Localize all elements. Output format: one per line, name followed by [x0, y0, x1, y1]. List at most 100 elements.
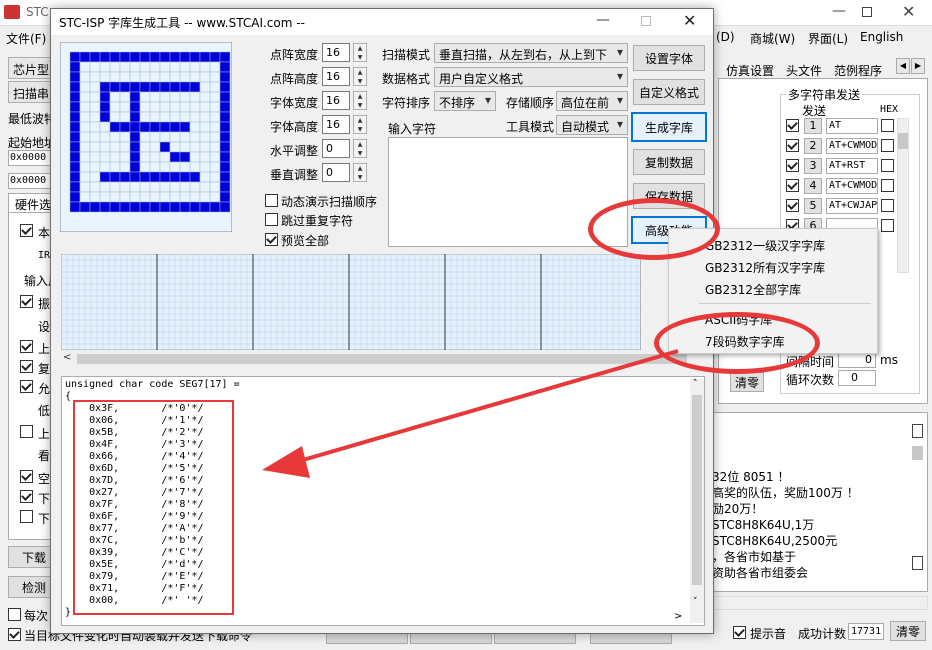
hw-checkbox-1[interactable] [20, 224, 33, 237]
preview-scroll-left-icon[interactable]: < [63, 352, 71, 363]
tab-header-file[interactable]: 头文件 [786, 62, 822, 79]
serial-hex-checkbox[interactable] [881, 159, 894, 172]
info-scroll-box-1[interactable] [912, 424, 923, 438]
font-height-input[interactable]: 16 [322, 115, 350, 134]
preview-all-checkbox[interactable] [265, 233, 278, 246]
info-scroll-box-2[interactable] [912, 556, 923, 570]
hw-checkbox-9[interactable] [20, 510, 33, 523]
hw-checkbox-2[interactable] [20, 295, 33, 308]
maximize-icon[interactable] [862, 7, 872, 17]
tab-sim-settings[interactable]: 仿真设置 [726, 62, 774, 79]
serial-send-button[interactable]: 3 [804, 158, 822, 174]
glyph-cell [79, 181, 91, 193]
h-adjust-spinner[interactable]: ▲ ▼ [353, 139, 367, 158]
tab-scroll-left-icon[interactable]: ◀ [896, 58, 910, 74]
serial-hex-checkbox[interactable] [881, 179, 894, 192]
font-height-spinner[interactable]: ▲ ▼ [353, 115, 367, 134]
tab-chip[interactable]: 芯片型 [8, 57, 54, 79]
custom-format-button[interactable]: 自定义格式 [633, 79, 705, 105]
clear-count-button[interactable]: 清零 [890, 621, 926, 641]
menu-store[interactable]: 商城(W) [750, 30, 795, 47]
prompt-sound-checkbox[interactable] [733, 626, 746, 639]
tab-examples[interactable]: 范例程序 [834, 62, 882, 79]
serial-send-button[interactable]: 1 [804, 118, 822, 134]
auto-reload-checkbox[interactable] [8, 628, 21, 641]
serial-hex-checkbox[interactable] [881, 219, 894, 232]
dot-height-input[interactable]: 16 [322, 67, 350, 86]
store-order-select[interactable]: 高位在前 [556, 91, 628, 111]
font-width-spinner[interactable]: ▲ ▼ [353, 91, 367, 110]
hw-checkbox-8[interactable] [20, 490, 33, 503]
generate-font-button[interactable]: 生成字库 [631, 112, 707, 142]
serial-text-field[interactable]: AT [826, 118, 878, 134]
preview-scroll-thumb[interactable] [77, 354, 687, 364]
menu-item-gb2312-full[interactable]: GB2312全部字库 [669, 277, 877, 299]
tab-scroll-right-icon[interactable]: ▶ [911, 58, 925, 74]
v-adjust-input[interactable]: 0 [322, 163, 350, 182]
dot-width-spinner[interactable]: ▲ ▼ [353, 43, 367, 62]
code-scroll-thumb[interactable] [692, 395, 702, 585]
dot-width-input[interactable]: 16 [322, 43, 350, 62]
serial-text-field[interactable]: AT+RST [826, 158, 878, 174]
serial-send-button[interactable]: 5 [804, 198, 822, 214]
serial-send-checkbox[interactable] [786, 179, 799, 192]
glyph-cell [209, 141, 221, 153]
code-hscroll-right-icon[interactable]: > [674, 611, 682, 622]
serial-send-button[interactable]: 2 [804, 138, 822, 154]
loop-field[interactable]: 0 [838, 370, 876, 386]
menu-item-d[interactable]: (D) [716, 30, 735, 44]
serial-send-checkbox[interactable] [786, 119, 799, 132]
dialog-close-icon[interactable]: ✕ [683, 11, 696, 30]
serial-send-button[interactable]: 4 [804, 178, 822, 194]
hw-checkbox-7[interactable] [20, 470, 33, 483]
every-time-checkbox[interactable] [8, 608, 21, 621]
clear-button[interactable]: 清零 [730, 372, 764, 392]
serial-send-checkbox[interactable] [786, 159, 799, 172]
anim-scan-checkbox[interactable] [265, 194, 278, 207]
serial-hex-checkbox[interactable] [881, 199, 894, 212]
skip-dup-checkbox[interactable] [265, 213, 278, 226]
serial-text-field[interactable]: AT+CWMOD [826, 178, 878, 194]
info-scrollbar[interactable] [910, 420, 924, 580]
info-scroll-thumb[interactable] [912, 446, 923, 460]
serial-scroll-thumb[interactable] [898, 133, 908, 149]
hw-row-13: 下 [38, 492, 51, 506]
scan-mode-select[interactable]: 垂直扫描，从左到右，从上到下 [434, 43, 628, 63]
hw-checkbox-5[interactable] [20, 380, 33, 393]
menu-file[interactable]: 文件(F) [6, 30, 46, 47]
hw-checkbox-6[interactable] [20, 425, 33, 438]
code-scroll-up-icon[interactable]: ˄ [693, 379, 698, 389]
serial-scrollbar[interactable] [897, 118, 909, 273]
h-adjust-input[interactable]: 0 [322, 139, 350, 158]
glyph-cell [119, 121, 131, 133]
data-format-select[interactable]: 用户自定义格式 [434, 67, 628, 87]
tool-mode-select[interactable]: 自动模式 [556, 115, 628, 135]
char-sort-select[interactable]: 不排序 [434, 91, 496, 111]
serial-text-field[interactable]: AT+CWMOD [826, 138, 878, 154]
glyph-preview-grid[interactable] [60, 42, 232, 232]
serial-hex-checkbox[interactable] [881, 139, 894, 152]
menu-english[interactable]: English [860, 30, 903, 44]
close-icon[interactable]: ✕ [902, 2, 915, 21]
serial-send-checkbox[interactable] [786, 139, 799, 152]
dialog-minimize-icon[interactable]: — [596, 12, 610, 28]
hw-checkbox-4[interactable] [20, 360, 33, 373]
hw-checkbox-3[interactable] [20, 340, 33, 353]
dot-height-spinner[interactable]: ▲ ▼ [353, 67, 367, 86]
bottom-scrollbar[interactable] [700, 596, 928, 610]
menu-interface[interactable]: 界面(L) [808, 30, 848, 47]
preview-hscrollbar[interactable]: < [61, 352, 705, 366]
serial-text-field[interactable]: AT+CWJAP [826, 198, 878, 214]
interval-field[interactable]: 0 [838, 352, 876, 368]
code-vscrollbar[interactable]: ˄ ˅ [690, 379, 704, 623]
code-scroll-down-icon[interactable]: ˅ [693, 597, 698, 607]
minimize-icon[interactable]: — [832, 3, 846, 19]
tab-scan[interactable]: 扫描串 [8, 81, 54, 103]
font-width-input[interactable]: 16 [322, 91, 350, 110]
serial-send-checkbox[interactable] [786, 199, 799, 212]
set-font-button[interactable]: 设置字体 [633, 45, 705, 71]
v-adjust-spinner[interactable]: ▲ ▼ [353, 163, 367, 182]
serial-hex-checkbox[interactable] [881, 119, 894, 132]
menu-item-gb2312-all-hanzi[interactable]: GB2312所有汉字字库 [669, 255, 877, 277]
copy-data-button[interactable]: 复制数据 [633, 149, 705, 175]
